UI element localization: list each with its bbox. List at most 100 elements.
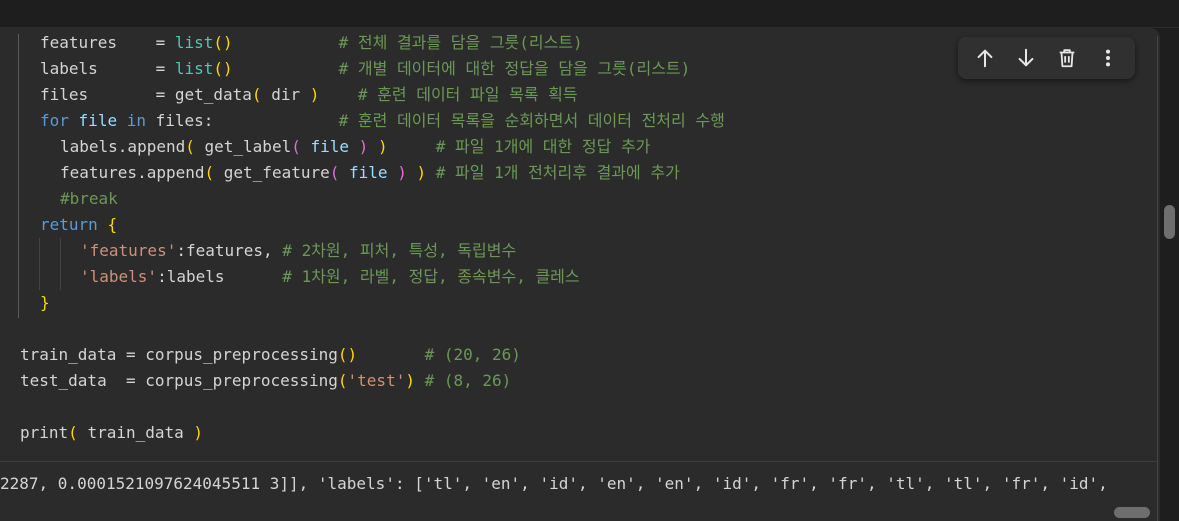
bracket-token: { — [107, 215, 118, 234]
bracket-token: ) — [309, 85, 320, 104]
variable-token: file — [78, 111, 118, 130]
bracket-token: ( — [291, 137, 301, 156]
code-line: test_data = corpus_preprocessing('test')… — [20, 368, 511, 394]
code-token: dir — [261, 85, 310, 104]
bracket-token: ( — [251, 85, 262, 104]
bracket-token: ( — [337, 371, 348, 390]
comment-token: # (8, 26) — [424, 371, 512, 390]
move-cell-down-button[interactable] — [1009, 41, 1043, 75]
comment-token: # 파일 1개 전처리후 결과에 추가 — [435, 163, 680, 182]
code-line: return { — [40, 212, 117, 238]
top-bar — [0, 0, 1179, 28]
code-token: files: — [145, 111, 339, 130]
output-divider — [0, 461, 1157, 462]
code-token: train_data — [77, 423, 194, 442]
builtin-token: list — [174, 59, 214, 78]
more-vert-icon — [1106, 49, 1111, 67]
cell-border — [1157, 36, 1158, 521]
bracket-token: } — [40, 293, 50, 312]
cell-gutter-line — [18, 34, 19, 318]
vertical-scrollbar[interactable] — [1164, 205, 1175, 239]
cell-toolbar — [958, 37, 1135, 79]
code-line: train_data = corpus_preprocessing() # (2… — [20, 342, 521, 368]
comment-token: # 훈련 데이터 파일 목록 획득 — [357, 85, 578, 104]
comment-token: # 1차원, 라벨, 정답, 종속변수, 클레스 — [282, 267, 580, 286]
bracket-token: ) — [405, 371, 415, 390]
bracket-token: () — [337, 345, 358, 364]
string-token: 'features' — [80, 241, 177, 260]
bracket-token: () — [213, 33, 233, 52]
code-line: #break — [60, 186, 118, 212]
code-line: for file in files: # 훈련 데이터 목록을 순회하면서 데이… — [40, 108, 725, 134]
code-token: train_data = corpus_preprocessing — [20, 345, 338, 364]
code-line: print( train_data ) — [20, 420, 203, 446]
code-token: :labels — [157, 267, 283, 286]
code-token: files = get_data — [40, 85, 252, 104]
code-token: features.append — [60, 163, 205, 182]
bracket-token: ) — [397, 163, 407, 182]
builtin-token: list — [174, 33, 214, 52]
bracket-token: ( — [204, 163, 215, 182]
code-line: labels.append( get_label( file ) ) # 파일 … — [60, 134, 650, 160]
comment-token: # 훈련 데이터 목록을 순회하면서 데이터 전처리 수행 — [338, 111, 725, 130]
delete-cell-button[interactable] — [1050, 41, 1084, 75]
bracket-token: ( — [185, 137, 195, 156]
code-line: labels = list() # 개별 데이터에 대한 정답을 담을 그릇(리… — [40, 56, 690, 82]
arrow-up-icon — [977, 49, 993, 68]
code-token: :features, — [176, 241, 283, 260]
variable-token: file — [310, 137, 350, 156]
bracket-token: ) — [416, 163, 427, 182]
trash-icon — [1059, 49, 1075, 68]
code-line: 'labels':labels # 1차원, 라벨, 정답, 종속변수, 클레스 — [80, 264, 580, 290]
cell-output: 2287, 0.0001521097624045511 3]], 'labels… — [0, 474, 1108, 493]
indent-guide — [60, 238, 61, 290]
indent-guide — [39, 238, 40, 290]
bracket-token: ) — [377, 137, 388, 156]
bracket-token: ) — [193, 423, 204, 442]
comment-token: # 2차원, 피처, 특성, 독립변수 — [282, 241, 517, 260]
comment-token: # (20, 26) — [424, 345, 521, 364]
code-token: print — [20, 423, 69, 442]
string-token: 'test' — [347, 371, 406, 390]
code-token: features = — [40, 33, 175, 52]
code-line: features.append( get_feature( file ) ) #… — [60, 160, 680, 186]
comment-token: # 파일 1개에 대한 정답 추가 — [435, 137, 651, 156]
more-actions-button[interactable] — [1091, 41, 1125, 75]
keyword-token: for — [40, 111, 69, 130]
code-line: 'features':features, # 2차원, 피처, 특성, 독립변수 — [80, 238, 516, 264]
code-token: get_feature — [214, 163, 330, 182]
comment-token: # 전체 결과를 담을 그릇(리스트) — [338, 33, 583, 52]
comment-token: #break — [60, 189, 118, 208]
comment-token: # 개별 데이터에 대한 정답을 담을 그릇(리스트) — [338, 59, 691, 78]
bracket-token: () — [213, 59, 233, 78]
code-token: test_data = corpus_preprocessing — [20, 371, 338, 390]
move-cell-up-button[interactable] — [968, 41, 1002, 75]
bracket-token: ) — [358, 137, 369, 156]
code-line: } — [40, 290, 50, 316]
arrow-down-icon — [1018, 48, 1034, 67]
keyword-token: return — [40, 215, 98, 234]
string-token: 'labels' — [80, 267, 158, 286]
variable-token: file — [349, 163, 388, 182]
code-token: labels.append — [60, 137, 186, 156]
keyword-token: in — [126, 111, 146, 130]
code-token: get_label — [194, 137, 292, 156]
code-line: files = get_data( dir ) # 훈련 데이터 파일 목록 획… — [40, 82, 578, 108]
bracket-token: ( — [68, 423, 78, 442]
code-line: features = list() # 전체 결과를 담을 그릇(리스트) — [40, 30, 583, 56]
horizontal-scrollbar[interactable] — [1114, 507, 1150, 518]
bracket-token: ( — [329, 163, 340, 182]
